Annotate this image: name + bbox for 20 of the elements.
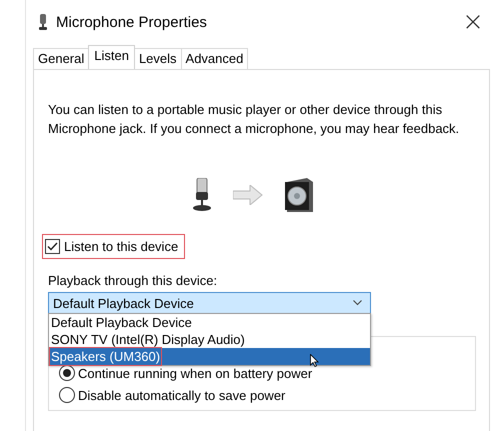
tab[interactable]: Listen — [88, 45, 135, 69]
radio-button[interactable] — [59, 387, 75, 403]
dropdown-option[interactable]: Speakers (UM360) — [49, 348, 370, 365]
radio-option[interactable]: Disable automatically to save power — [59, 387, 465, 403]
dropdown-option[interactable]: Default Playback Device — [49, 314, 370, 331]
playback-dropdown[interactable]: Default Playback Device — [48, 292, 371, 314]
radio-button[interactable] — [59, 365, 75, 381]
tab[interactable]: General — [33, 48, 90, 69]
field-label: Playback through this device: — [48, 273, 218, 288]
microphone-icon — [38, 14, 48, 30]
dropdown-option[interactable]: SONY TV (Intel(R) Display Audio) — [49, 331, 370, 348]
checkbox[interactable] — [45, 239, 60, 254]
chevron-icon — [353, 300, 362, 306]
window-title: Microphone Properties — [56, 14, 208, 30]
tab[interactable]: Advanced — [180, 48, 248, 69]
close-button[interactable]: × — [453, 9, 493, 35]
arrow-icon — [232, 185, 262, 205]
description-text: You can listen to a portable music player or other device through this Microphone jack. If you connect a microphone, you may hear feedback. — [48, 101, 460, 138]
speaker-icon — [282, 178, 312, 212]
microphone-icon — [190, 178, 212, 212]
